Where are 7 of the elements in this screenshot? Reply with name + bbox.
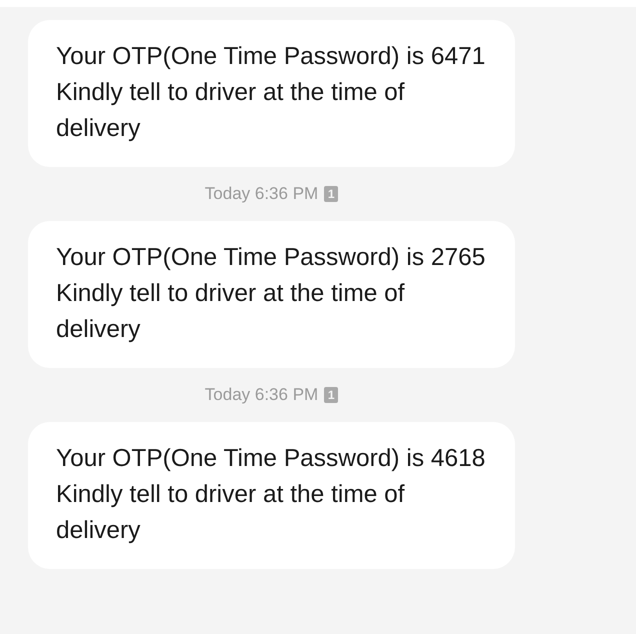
message-bubble: Your OTP(One Time Password) is 6471 Kindly tell to driver at the time of delivery [28,20,515,167]
message-timestamp: Today 6:36 PM [204,184,318,204]
message-bubble: Your OTP(One Time Password) is 2765 Kindly tell to driver at the time of delivery [28,221,515,368]
sim-icon: 1 [324,186,338,202]
sim-icon: 1 [324,387,338,403]
message-timestamp: Today 6:36 PM [204,385,318,405]
message-bubble: Your OTP(One Time Password) is 4618 Kindly tell to driver at the time of delivery [28,422,515,569]
